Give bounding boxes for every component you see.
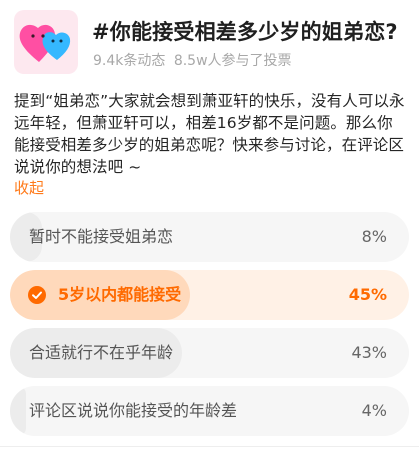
poll-option-label: 暂时不能接受姐弟恋 <box>29 227 174 246</box>
poll-option-percent: 45% <box>348 285 387 304</box>
poll-option-label: 合适就行不在乎年龄 <box>29 343 174 362</box>
check-circle-icon <box>28 286 46 304</box>
topic-page: #你能接受相差多少岁的姐弟恋? 9.4k条动态 8.5w人参与了投票 提到“姐弟… <box>0 0 419 476</box>
topic-title: #你能接受相差多少岁的姐弟恋? <box>92 20 398 44</box>
poll-option-label: 5岁以内都能接受 <box>58 285 182 304</box>
poll-option-selected[interactable]: 5岁以内都能接受 45% <box>10 270 409 320</box>
post-count: 9.4k条动态 <box>93 53 166 69</box>
collapse-button[interactable]: 收起 <box>14 177 44 198</box>
topic-stats: 9.4k条动态 8.5w人参与了投票 <box>93 50 296 70</box>
poll-option-percent: 4% <box>361 401 387 420</box>
poll-option[interactable]: 合适就行不在乎年龄 43% <box>10 328 409 378</box>
poll-option[interactable]: 暂时不能接受姐弟恋 8% <box>10 212 409 262</box>
poll: 暂时不能接受姐弟恋 8% 5岁以内都能接受 45% 合适就行不在乎年龄 43% … <box>10 212 409 444</box>
poll-option-fill <box>10 386 26 436</box>
topic-thumbnail[interactable] <box>14 10 78 74</box>
participant-count: 8.5w人参与了投票 <box>173 53 292 69</box>
poll-option-label: 评论区说说你能接受的年龄差 <box>29 401 238 420</box>
topic-header: #你能接受相差多少岁的姐弟恋? 9.4k条动态 8.5w人参与了投票 <box>14 10 406 74</box>
pink-and-blue-hearts-icon <box>19 24 71 63</box>
poll-option-percent: 8% <box>361 227 387 246</box>
topic-description: 提到“姐弟恋”大家就会想到萧亚轩的快乐，没有人可以永远年轻，但萧亚轩可以，相差1… <box>14 92 405 176</box>
poll-option[interactable]: 评论区说说你能接受的年龄差 4% <box>10 386 409 436</box>
divider <box>0 446 419 447</box>
poll-option-percent: 43% <box>351 343 387 362</box>
